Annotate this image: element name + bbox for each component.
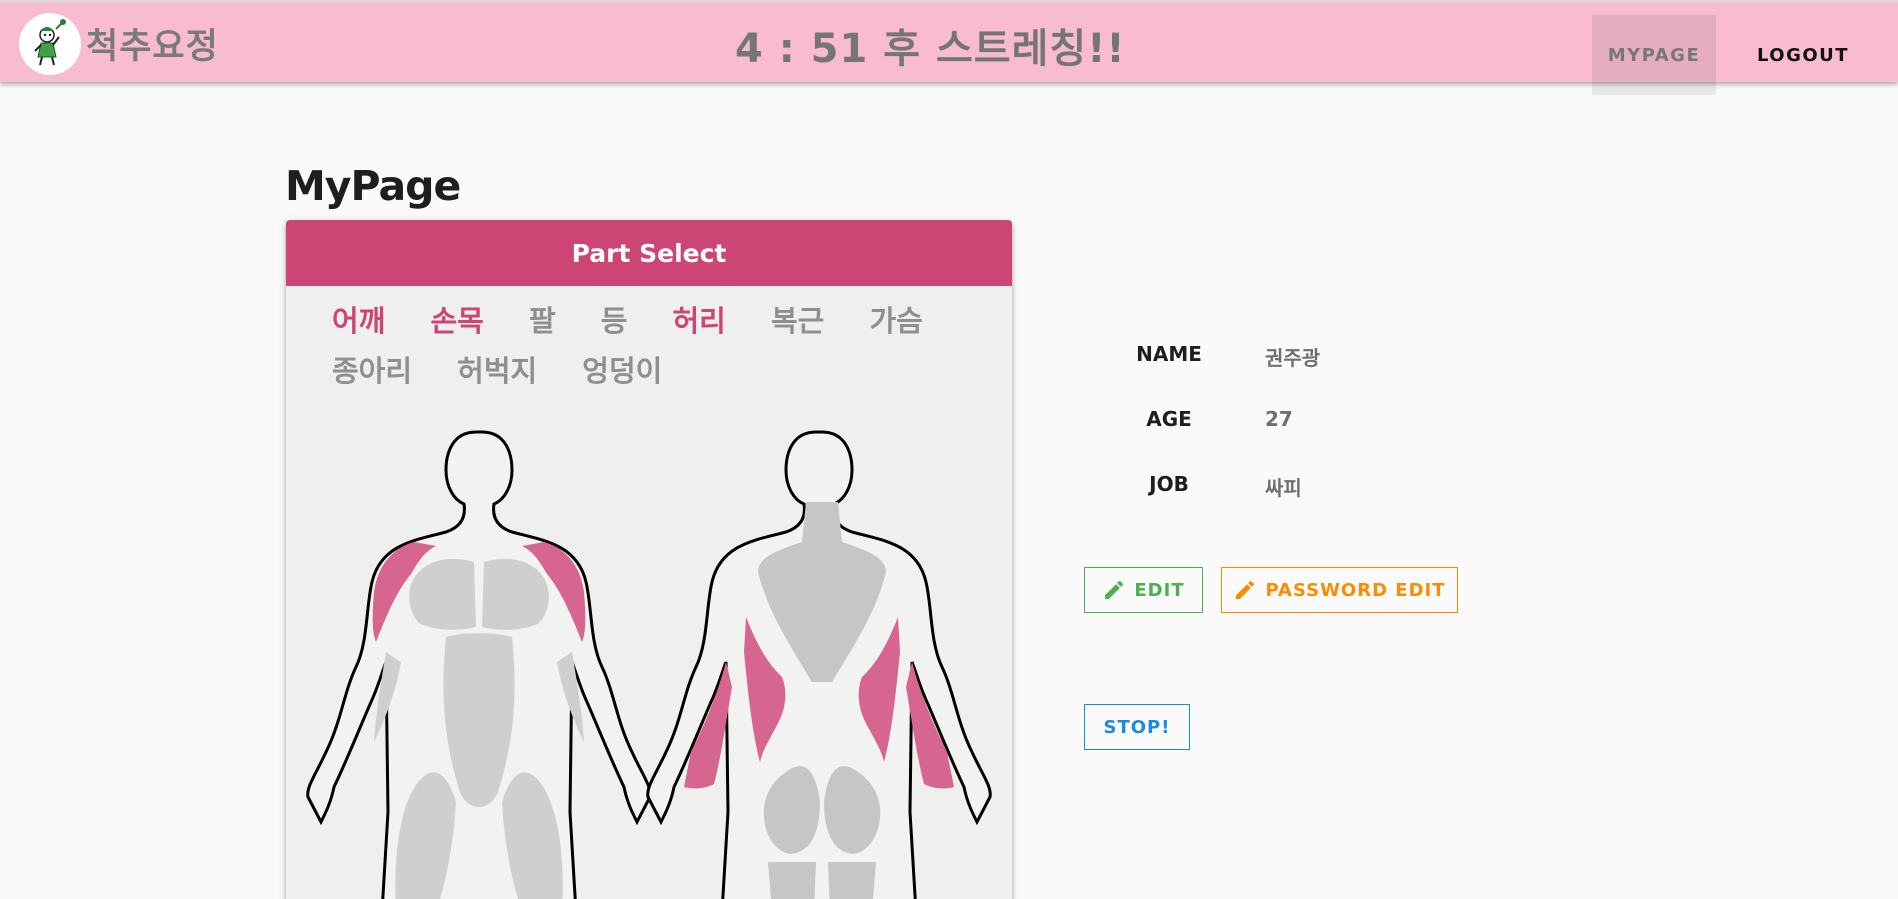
password-edit-button[interactable]: PASSWORD EDIT [1221,567,1458,613]
brand-name: 척추요정 [86,27,219,67]
nav-mypage-button[interactable]: MYPAGE [1592,15,1716,95]
part-select-title: Part Select [286,220,1012,286]
nav-logout-button[interactable]: LOGOUT [1738,15,1868,95]
stop-button[interactable]: STOP! [1084,704,1190,750]
part-wrist[interactable]: 손목 [430,298,483,340]
stretch-timer: 4 : 51 후 스트레칭!! [735,26,1126,72]
edit-button-label: EDIT [1134,579,1185,601]
body-front-figure [306,430,652,899]
age-value: 27 [1265,407,1293,431]
part-shoulder[interactable]: 어깨 [332,298,385,340]
name-value: 권주광 [1265,346,1321,370]
page-title: MyPage [285,162,461,210]
job-value: 싸피 [1265,476,1302,500]
pencil-icon [1105,580,1124,599]
part-back[interactable]: 등 [601,298,628,340]
part-hip[interactable]: 엉덩이 [582,348,662,390]
fairy-logo-icon [34,19,66,66]
back-right-hamstring[interactable] [828,862,876,899]
part-abs[interactable]: 복근 [771,298,824,340]
body-map [306,430,992,899]
pencil-icon [1236,580,1255,599]
part-chest[interactable]: 가슴 [869,298,922,340]
job-label: JOB [1149,472,1189,496]
part-list: 어깨 손목 팔 등 허리 복근 가슴 종아리 허벅지 엉덩이 [332,298,972,398]
back-left-hamstring[interactable] [768,862,816,899]
part-waist[interactable]: 허리 [673,298,726,340]
password-edit-button-label: PASSWORD EDIT [1265,579,1446,601]
part-calf[interactable]: 종아리 [332,348,412,390]
name-label: NAME [1136,342,1202,366]
age-label: AGE [1146,407,1192,431]
part-arm[interactable]: 팔 [529,298,556,340]
part-thigh[interactable]: 허벅지 [457,348,537,390]
part-select-card: Part Select 어깨 손목 팔 등 허리 복근 가슴 종아리 허벅지 엉… [286,220,1012,899]
body-back-figure [646,430,992,899]
stop-button-label: STOP! [1103,716,1171,738]
logo[interactable] [19,13,81,75]
edit-button[interactable]: EDIT [1084,567,1203,613]
